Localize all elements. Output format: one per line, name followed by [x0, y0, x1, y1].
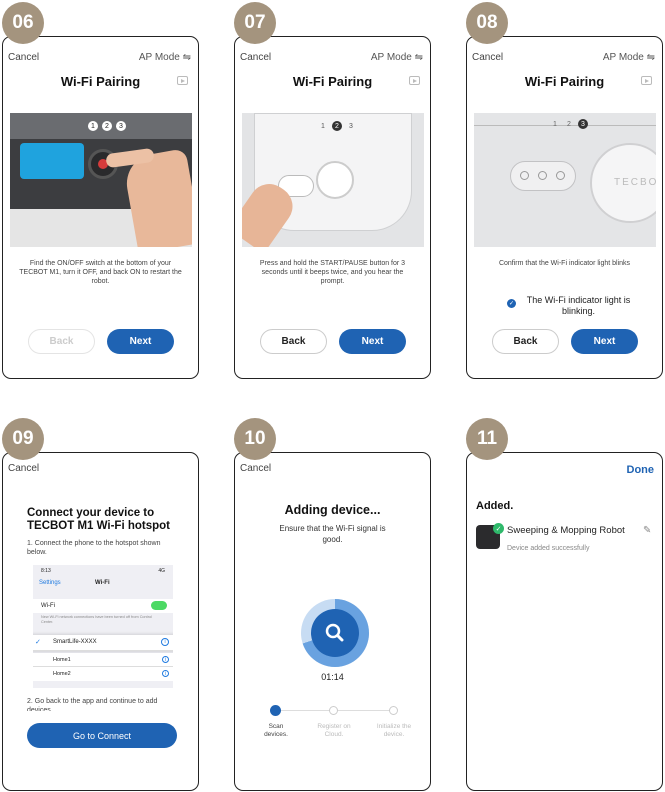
step-one-text: 1. Connect the phone to the hotspot show…: [27, 540, 161, 556]
added-heading: Added.: [476, 500, 514, 512]
info-icon: i: [162, 656, 169, 663]
video-icon[interactable]: [177, 76, 188, 85]
step-badge-11: 11: [466, 418, 508, 460]
robot-switch-image: 1 2 3: [10, 113, 192, 247]
phone-screen-10: Cancel Adding device... Ensure that the …: [234, 452, 431, 791]
stage-scan-label: Scan devices.: [264, 723, 288, 738]
phone-screen-07: Cancel AP Mode ⇋ Wi-Fi Pairing 1 2 3 Pre…: [234, 36, 431, 379]
ios-note: New Wi-Fi network connections have been …: [41, 615, 152, 624]
blinking-checkbox-row[interactable]: ✓ The Wi-Fi indicator light is blinking.: [507, 295, 637, 317]
cancel-button[interactable]: Cancel: [8, 52, 39, 63]
checkbox-label: The Wi-Fi indicator light is blinking.: [526, 295, 631, 316]
cancel-button[interactable]: Cancel: [240, 463, 271, 474]
hotspot-title: Connect your device to TECBOT M1 Wi-Fi h…: [27, 507, 170, 532]
step-dot-3: 3: [116, 121, 126, 131]
step-dot-2: 2: [102, 121, 112, 131]
network-name: Home1: [53, 657, 71, 663]
phone-screen-09: Cancel Connect your device to TECBOT M1 …: [2, 452, 199, 791]
step-dot-2: 2: [567, 120, 571, 128]
back-button[interactable]: Back: [28, 329, 95, 354]
timer: 01:14: [321, 672, 344, 682]
ap-mode-label: AP Mode ⇋: [138, 52, 191, 63]
wifi-icon: ⇋: [182, 52, 191, 63]
step-dot-2: 2: [332, 121, 342, 131]
step-badge-10: 10: [234, 418, 276, 460]
back-button[interactable]: Back: [260, 329, 327, 354]
phone-screen-08: Cancel AP Mode ⇋ Wi-Fi Pairing TECBO 1 2…: [466, 36, 663, 379]
info-icon: i: [161, 638, 169, 646]
device-thumbnail: ✓: [476, 523, 504, 549]
success-check-icon: ✓: [493, 523, 504, 534]
wifi-icon: ⇋: [414, 52, 423, 63]
page-title: Wi-Fi Pairing: [3, 74, 198, 89]
instruction-text: Press and hold the START/PAUSE button fo…: [259, 260, 406, 285]
ios-back-link: Settings: [39, 580, 61, 586]
step-two-text: 2. Go back to the app and continue to ad…: [27, 698, 158, 711]
cancel-button[interactable]: Cancel: [8, 463, 39, 474]
indicator-light-image: TECBO 1 2 3: [474, 113, 656, 247]
next-button[interactable]: Next: [339, 329, 406, 354]
device-status: Device added successfully: [507, 545, 590, 552]
phone-screen-06: Cancel AP Mode ⇋ Wi-Fi Pairing 1 2 3 Fin…: [2, 36, 199, 379]
stage-init-label: Initialize the device.: [376, 723, 412, 738]
instruction-text: Find the ON/OFF switch at the bottom of …: [19, 260, 182, 285]
adding-title: Adding device...: [284, 503, 381, 517]
stage-register-label: Register on Cloud.: [317, 723, 351, 738]
wifi-toggle: [151, 601, 167, 610]
start-button-image: 1 2 3: [242, 113, 424, 247]
next-button[interactable]: Next: [107, 329, 174, 354]
edit-pencil-icon[interactable]: ✎: [643, 525, 651, 536]
video-icon[interactable]: [409, 76, 420, 85]
cancel-button[interactable]: Cancel: [472, 52, 503, 63]
step-dot-3: 3: [349, 122, 353, 130]
step-dot-1: 1: [321, 122, 325, 130]
ios-time: 8:13: [41, 568, 51, 574]
ios-header: Wi-Fi: [95, 580, 110, 586]
step-dot-3: 3: [578, 119, 588, 129]
step-badge-09: 09: [2, 418, 44, 460]
ap-mode-label: AP Mode ⇋: [370, 52, 423, 63]
checkbox-checked-icon[interactable]: ✓: [507, 299, 516, 308]
ap-mode-label: AP Mode ⇋: [602, 52, 655, 63]
checkmark-icon: ✓: [35, 639, 41, 646]
done-button[interactable]: Done: [627, 464, 655, 476]
back-button[interactable]: Back: [492, 329, 559, 354]
stage-init-icon: [389, 706, 398, 715]
step-badge-06: 06: [2, 2, 44, 44]
info-icon: i: [162, 670, 169, 677]
robot-brand-text: TECBO: [614, 177, 656, 188]
instruction-text: Confirm that the Wi-Fi indicator light b…: [498, 260, 631, 267]
network-name: SmartLife-XXXX: [53, 639, 97, 645]
network-name: Home2: [53, 671, 71, 677]
stage-scan-icon: [270, 705, 281, 716]
go-to-connect-button[interactable]: Go to Connect: [27, 723, 177, 748]
stage-register-icon: [329, 706, 338, 715]
device-name: Sweeping & Mopping Robot: [507, 525, 625, 536]
cancel-button[interactable]: Cancel: [240, 52, 271, 63]
ios-wifi-label: Wi-Fi: [41, 603, 55, 609]
step-badge-08: 08: [466, 2, 508, 44]
ios-wifi-settings-image: 8:13 4G Settings Wi-Fi Wi-Fi New Wi-Fi n…: [33, 565, 173, 688]
step-badge-07: 07: [234, 2, 276, 44]
video-icon[interactable]: [641, 76, 652, 85]
page-title: Wi-Fi Pairing: [235, 74, 430, 89]
adding-subtitle: Ensure that the Wi-Fi signal is good.: [279, 524, 386, 544]
next-button[interactable]: Next: [571, 329, 638, 354]
phone-screen-11: Done Added. ✓ Sweeping & Mopping Robot ✎…: [466, 452, 663, 791]
step-dot-1: 1: [88, 121, 98, 131]
step-dot-1: 1: [553, 120, 557, 128]
ios-status: 4G: [158, 568, 165, 574]
page-title: Wi-Fi Pairing: [467, 74, 662, 89]
wifi-icon: ⇋: [646, 52, 655, 63]
search-icon: [311, 609, 359, 657]
